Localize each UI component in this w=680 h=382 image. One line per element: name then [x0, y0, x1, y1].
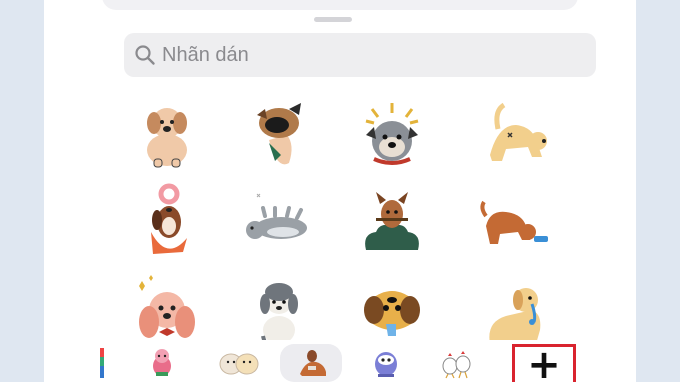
plus-icon: +: [527, 341, 561, 382]
sticker-grid: [44, 0, 636, 348]
sticker-sitting-beige-dog[interactable]: [127, 95, 207, 175]
previous-pack-edge[interactable]: [100, 348, 104, 378]
sticker-crying-dog[interactable]: [476, 270, 556, 350]
sticker-dog-drinking-water[interactable]: [476, 182, 556, 262]
sticker-dog-with-donut[interactable]: [127, 182, 207, 262]
sticker-rolling-gray-dog[interactable]: [239, 182, 319, 262]
sticker-sheet: Nhãn dán +: [44, 0, 636, 382]
sticker-pack-tray: +: [44, 340, 636, 382]
add-sticker-button[interactable]: +: [512, 344, 576, 382]
sticker-dog-with-sunglasses[interactable]: [239, 95, 319, 175]
background-right: [636, 0, 680, 382]
pack-bear[interactable]: [214, 344, 262, 380]
sticker-happy-pink-dog[interactable]: [127, 270, 207, 350]
sticker-stretching-dog[interactable]: [476, 95, 556, 175]
sticker-gray-puppy[interactable]: [239, 270, 319, 350]
sticker-dog-in-bush[interactable]: [352, 182, 432, 262]
pack-dog-selected[interactable]: [280, 344, 342, 382]
pack-purple-creature[interactable]: [366, 344, 406, 380]
pack-pink-character[interactable]: [142, 344, 182, 380]
sticker-grumpy-bulldog[interactable]: [352, 95, 432, 175]
sticker-goofy-dog[interactable]: [352, 270, 432, 350]
pack-chicken[interactable]: [436, 344, 476, 380]
background-left: [0, 0, 44, 382]
